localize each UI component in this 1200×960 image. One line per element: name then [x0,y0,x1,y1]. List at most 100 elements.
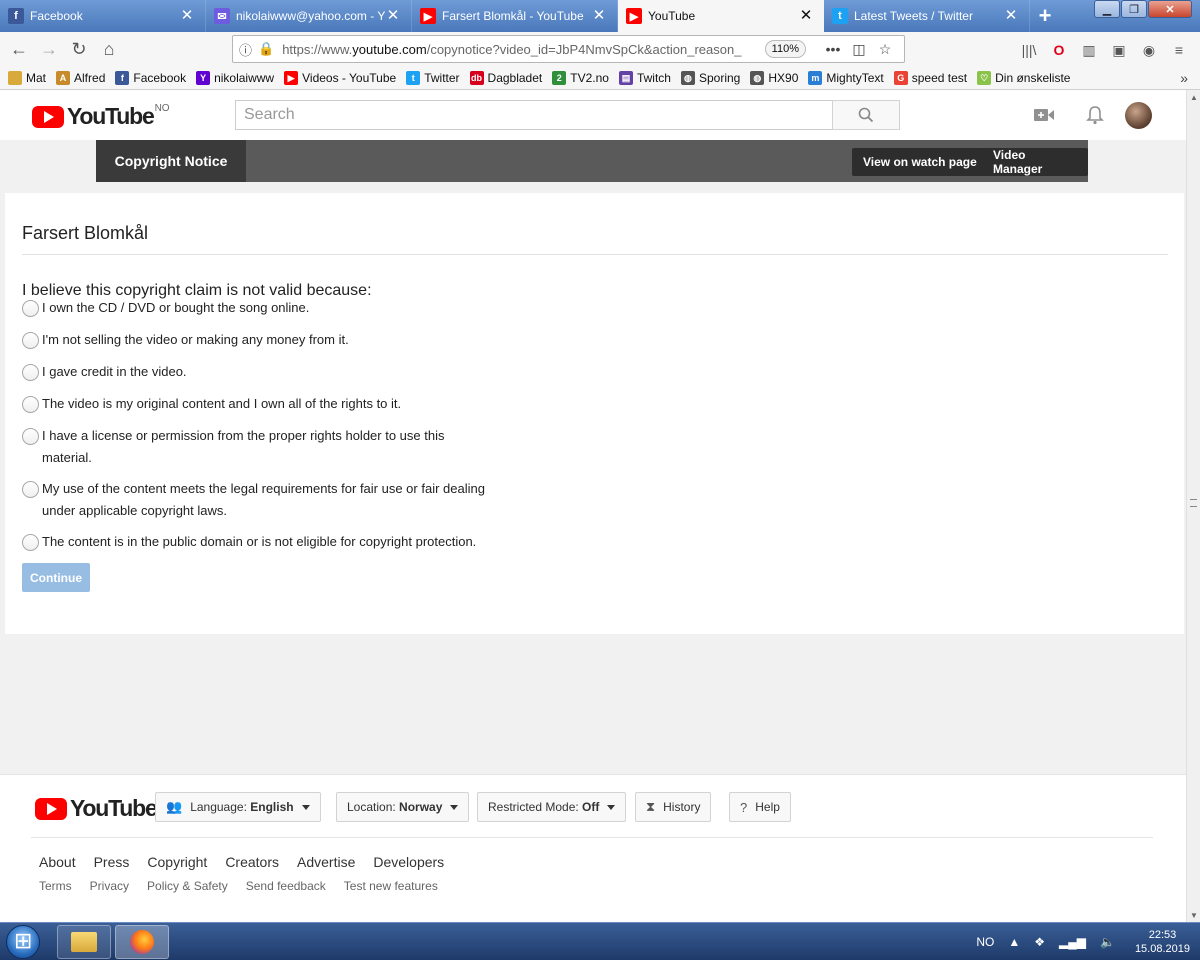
tab-twitter[interactable]: t Latest Tweets / Twitter ✕ [824,0,1030,32]
close-icon[interactable]: ✕ [591,8,607,24]
pocket-icon[interactable]: ◫ [846,41,872,58]
account-icon[interactable]: ◉ [1134,35,1164,65]
scroll-down-icon[interactable]: ▼ [1187,908,1200,922]
network-signal-icon[interactable]: ▂▄▆ [1059,935,1086,949]
tab-facebook[interactable]: f Facebook ✕ [0,0,206,32]
library-icon[interactable]: |||\ [1014,35,1044,65]
taskbar-firefox[interactable] [115,925,169,959]
footer-link-press[interactable]: Press [94,854,130,870]
option-not-selling[interactable]: I'm not selling the video or making any … [22,332,502,351]
youtube-logo[interactable]: YouTube NO [32,103,170,130]
scroll-up-icon[interactable]: ▲ [1187,90,1200,104]
view-on-watch-page-button[interactable]: View on watch page [852,148,988,176]
history-button[interactable]: ⧗ History [635,792,712,822]
dropbox-icon[interactable]: ❖ [1034,935,1045,949]
footer-link-about[interactable]: About [39,854,76,870]
start-button[interactable] [6,925,40,959]
bookmark-twitter[interactable]: t Twitter [406,71,460,85]
option-fair-use[interactable]: My use of the content meets the legal re… [22,481,502,522]
radio-button[interactable] [22,481,39,498]
menu-icon[interactable]: ≡ [1164,35,1194,65]
radio-button[interactable] [22,428,39,445]
window-close-icon[interactable]: ✕ [1148,0,1192,18]
tab-farsert-youtube[interactable]: ▶ Farsert Blomkål - YouTube ✕ [412,0,618,32]
footer-link-developers[interactable]: Developers [373,854,444,870]
option-license[interactable]: I have a license or permission from the … [22,428,502,469]
new-tab-plus-icon[interactable]: + [1030,0,1060,32]
address-bar[interactable]: ⓘ 🔒 https://www.youtube.com/copynotice?v… [232,35,905,63]
zoom-level[interactable]: 110% [764,40,806,58]
tray-expand-icon[interactable]: ▲ [1008,935,1020,949]
footer-link-advertise[interactable]: Advertise [297,854,355,870]
tab-copyright-notice[interactable]: Copyright Notice [96,140,246,182]
minimize-icon[interactable]: ▁ [1094,0,1120,18]
search-button[interactable] [832,100,900,130]
footer-link-terms[interactable]: Terms [39,879,72,893]
option-gave-credit[interactable]: I gave credit in the video. [22,364,502,383]
chevron-right-double-icon[interactable]: » [1180,70,1188,86]
bookmark-facebook[interactable]: f Facebook [115,71,186,85]
url-text[interactable]: https://www.youtube.com/copynotice?video… [282,42,756,57]
reload-icon[interactable]: ↻ [64,35,94,65]
bookmark-mat[interactable]: Mat [8,71,46,85]
bookmark-alfred[interactable]: A Alfred [56,71,105,85]
restricted-mode-picker[interactable]: Restricted Mode: Off [477,792,627,822]
volume-icon[interactable]: 🔈 [1100,935,1115,949]
option-own-cd[interactable]: I own the CD / DVD or bought the song on… [22,300,502,319]
radio-button[interactable] [22,534,39,551]
footer-link-test-new-features[interactable]: Test new features [344,879,438,893]
bookmark-tv2[interactable]: 2 TV2.no [552,71,609,85]
notifications-bell-icon[interactable] [1082,103,1108,127]
bookmark-dagbladet[interactable]: db Dagbladet [469,71,542,85]
opera-icon[interactable]: O [1044,35,1074,65]
footer-youtube-logo[interactable]: YouTube [35,795,158,822]
upload-video-icon[interactable] [1031,103,1057,127]
home-icon[interactable]: ⌂ [94,35,124,65]
info-icon[interactable]: ⓘ [239,40,252,59]
bookmark-star-icon[interactable]: ☆ [872,41,898,58]
close-icon[interactable]: ✕ [798,8,814,24]
sidebar-icon[interactable]: ▥ [1074,35,1104,65]
bookmark-mightytext[interactable]: m MightyText [808,71,884,85]
radio-button[interactable] [22,300,39,317]
avatar[interactable] [1125,102,1152,129]
maximize-icon[interactable]: ❐ [1121,0,1147,18]
close-icon[interactable]: ✕ [179,8,195,24]
video-manager-button[interactable]: Video Manager [982,148,1088,176]
footer-link-creators[interactable]: Creators [225,854,279,870]
footer-link-policy-safety[interactable]: Policy & Safety [147,879,228,893]
more-actions-icon[interactable]: ••• [820,41,846,57]
taskbar-explorer[interactable] [57,925,111,959]
back-arrow-icon[interactable]: ← [4,35,34,65]
bookmark-speed-test[interactable]: Gspeed test [893,71,967,85]
location-picker[interactable]: Location: Norway [336,792,470,822]
radio-button[interactable] [22,364,39,381]
bookmark-hx90[interactable]: ◍ HX90 [750,71,798,85]
language-picker[interactable]: 👥 Language: English [155,792,321,822]
option-original-content[interactable]: The video is my original content and I o… [22,396,502,415]
tray-clock[interactable]: 22:53 15.08.2019 [1135,928,1190,956]
scroll-grip[interactable] [1190,499,1197,507]
footer-link-send-feedback[interactable]: Send feedback [246,879,326,893]
bookmark-yahoo[interactable]: Ynikolaiwww [196,71,274,85]
extension-icon[interactable]: ▣ [1104,35,1134,65]
radio-button[interactable] [22,396,39,413]
bookmark-twitch[interactable]: ▤ Twitch [618,71,671,85]
continue-button[interactable]: Continue [22,563,90,592]
bookmark-videos-youtube[interactable]: ▶ Videos - YouTube [284,71,396,85]
radio-button[interactable] [22,332,39,349]
tab-yahoo-mail[interactable]: ✉ nikolaiwww@yahoo.com - Yahoo ✕ [206,0,412,32]
page-scrollbar[interactable]: ▲ ▼ [1186,90,1200,922]
footer-link-copyright[interactable]: Copyright [147,854,207,870]
help-button[interactable]: ? Help [729,792,791,822]
tray-language[interactable]: NO [976,935,994,949]
forward-arrow-icon[interactable]: → [34,35,64,65]
close-icon[interactable]: ✕ [385,8,401,24]
close-icon[interactable]: ✕ [1003,8,1019,24]
footer-link-privacy[interactable]: Privacy [90,879,129,893]
search-input[interactable] [235,100,833,130]
bookmark-wishlist[interactable]: ♡ Din ønskeliste [977,71,1070,85]
tab-youtube[interactable]: ▶ YouTube ✕ [618,0,824,32]
bookmark-sporing[interactable]: ◍ Sporing [680,71,740,85]
option-public-domain[interactable]: The content is in the public domain or i… [22,534,502,553]
